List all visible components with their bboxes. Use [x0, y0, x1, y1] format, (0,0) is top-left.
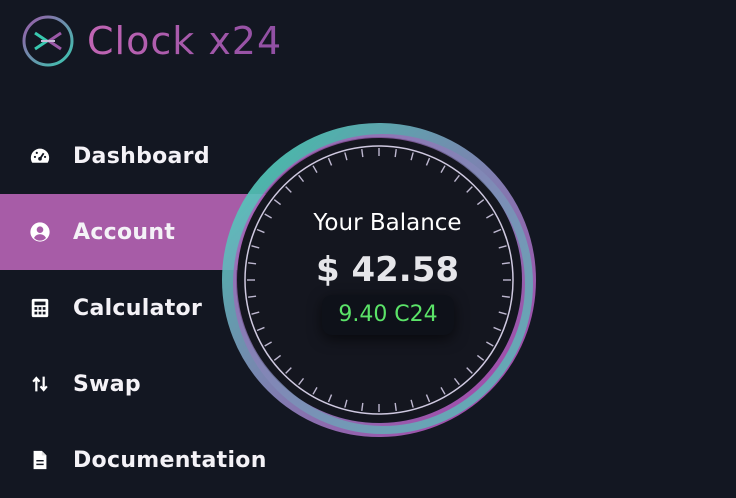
swap-arrows-icon: [29, 373, 51, 395]
balance-token-badge: 9.40 C24: [322, 295, 454, 335]
sidebar-item-label: Swap: [73, 371, 141, 397]
app-logo[interactable]: Clock x24: [21, 14, 282, 68]
sidebar-item-label: Calculator: [73, 295, 203, 321]
balance-title: Your Balance: [313, 210, 462, 236]
sidebar-item-label: Account: [73, 219, 176, 245]
gauge-icon: [29, 145, 51, 167]
document-icon: [29, 449, 51, 471]
sidebar-item-label: Documentation: [73, 447, 267, 473]
user-circle-icon: [29, 221, 51, 243]
balance-usd-value: $ 42.58: [315, 250, 460, 290]
app-title: Clock x24: [87, 19, 283, 63]
logo-icon: [22, 15, 74, 67]
sidebar-item-label: Dashboard: [73, 143, 210, 169]
calculator-icon: [29, 297, 51, 319]
